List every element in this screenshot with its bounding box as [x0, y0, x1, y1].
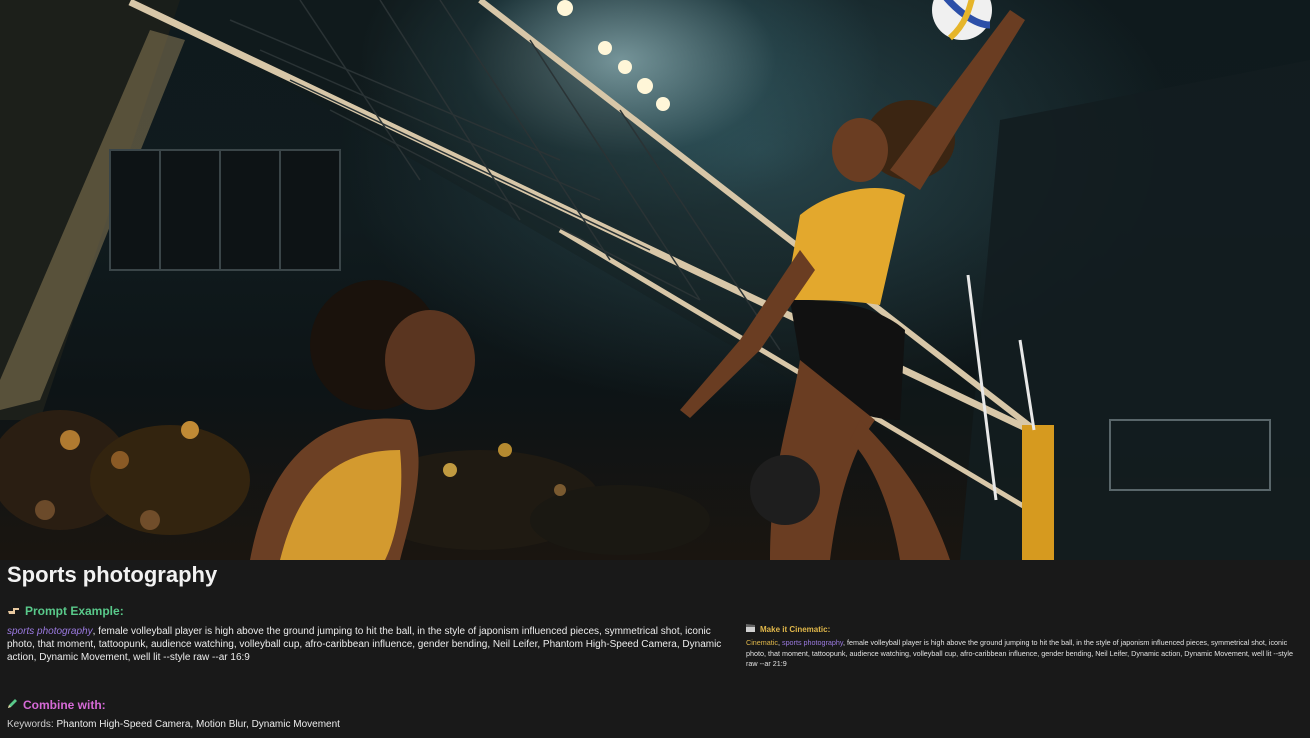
volleyball — [932, 0, 992, 41]
cinematic-label: Make it Cinematic: — [760, 624, 831, 634]
pencil-icon — [7, 698, 18, 712]
cinematic-style-tag: sports photography — [781, 638, 843, 647]
combine-label: Combine with: — [23, 698, 106, 712]
cinematic-heading: Make it Cinematic: — [746, 624, 830, 634]
arena-window — [109, 149, 341, 271]
keywords-line: Keywords: Phantom High-Speed Camera, Mot… — [7, 719, 340, 730]
net-post — [1022, 425, 1054, 560]
hero-image — [0, 0, 1310, 560]
combine-heading: Combine with: — [7, 698, 106, 712]
style-tag: sports photography — [7, 626, 93, 637]
page-title: Sports photography — [7, 562, 218, 587]
cinematic-tag: Cinematic — [746, 638, 778, 647]
prompt-example-text: sports photography, female volleyball pl… — [7, 625, 727, 664]
keywords-label: Keywords: — [7, 719, 54, 730]
cinematic-text: Cinematic, sports photography, female vo… — [746, 638, 1296, 670]
prompt-example-heading: Prompt Example: — [7, 604, 124, 618]
prompt-body: , female volleyball player is high above… — [7, 626, 722, 663]
hand-pointing-icon — [7, 604, 20, 618]
keywords-values: Phantom High-Speed Camera, Motion Blur, … — [53, 719, 340, 730]
hero-illustration — [0, 0, 1310, 560]
clapperboard-icon — [746, 624, 755, 634]
prompt-example-label: Prompt Example: — [25, 604, 124, 618]
